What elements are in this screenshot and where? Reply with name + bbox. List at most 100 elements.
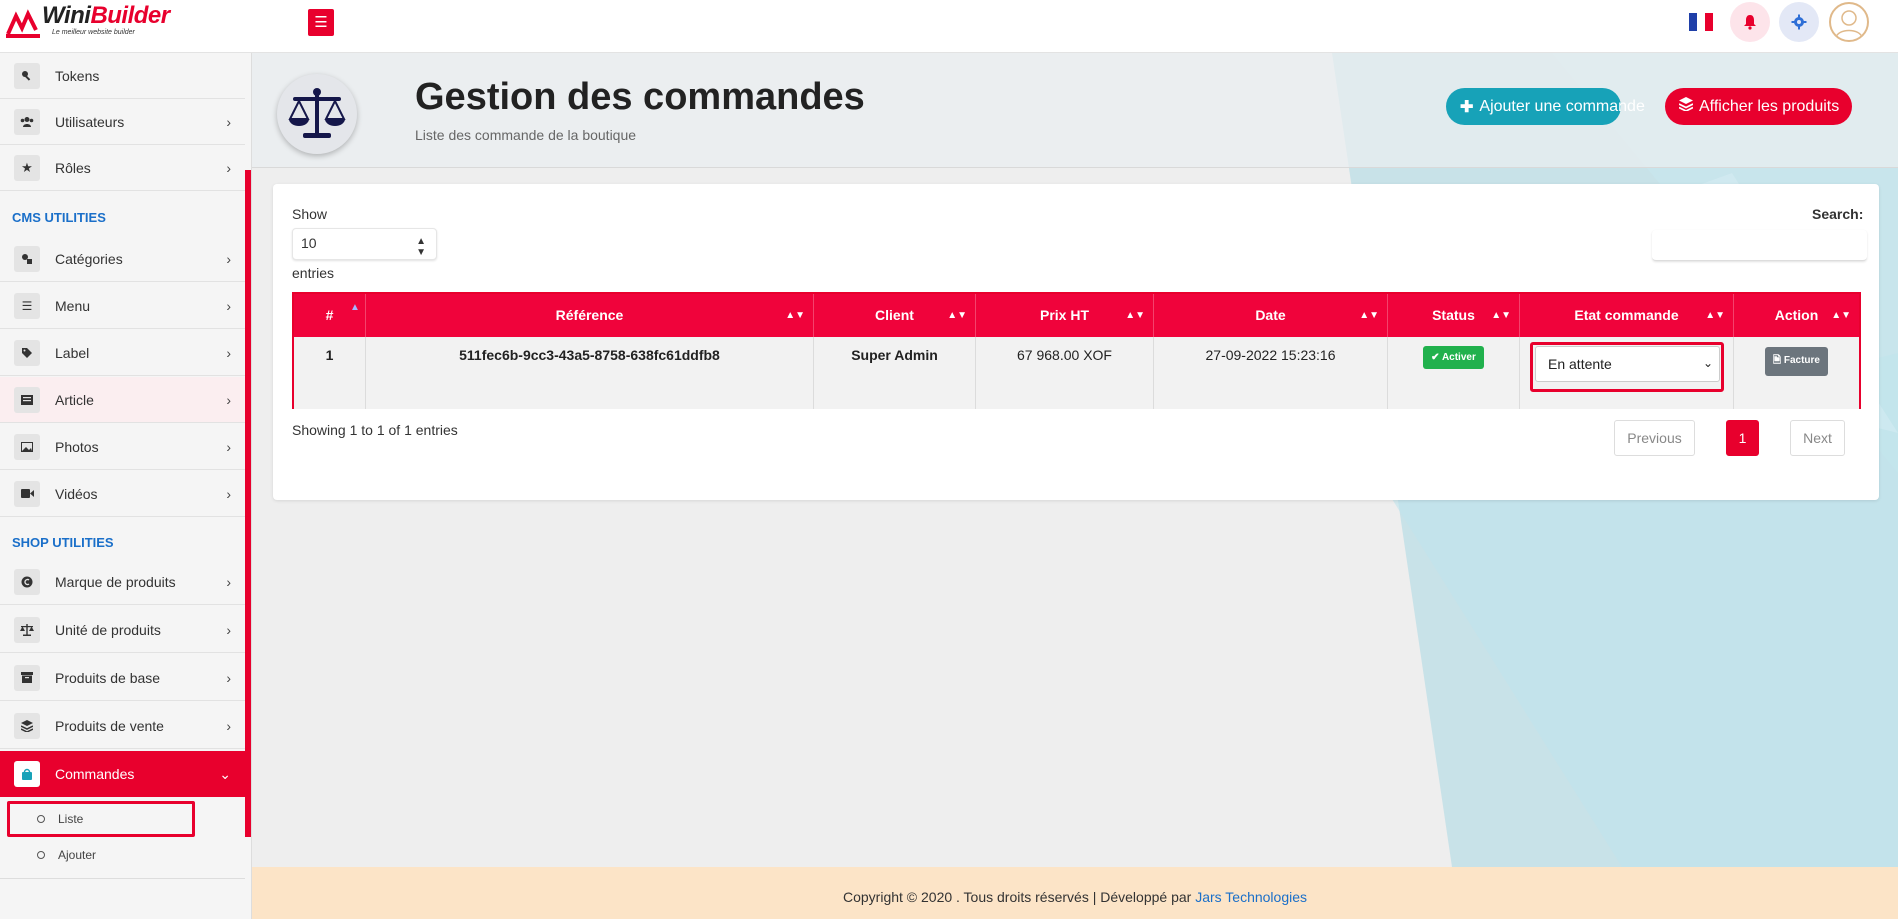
check-icon: ✔ bbox=[1431, 352, 1442, 363]
balance-icon bbox=[288, 88, 346, 138]
entries-length-select[interactable]: 10 ▲ ▼ bbox=[292, 228, 437, 260]
sidebar-item-label: Vidéos bbox=[55, 485, 98, 502]
sidebar-item-label: Produits de vente bbox=[55, 717, 164, 734]
video-icon bbox=[14, 480, 40, 507]
tags-icon bbox=[14, 339, 40, 366]
invoice-button[interactable]: 🗎 Facture bbox=[1765, 347, 1828, 376]
settings-button[interactable] bbox=[1779, 2, 1819, 42]
sort-icon: ▲▼ bbox=[1359, 310, 1379, 321]
sidebar: Tokens Utilisateurs › ★ Rôles › CMS UTIL… bbox=[0, 53, 252, 919]
circle-icon bbox=[37, 851, 45, 859]
column-header-prix[interactable]: Prix HT ▲▼ bbox=[976, 294, 1154, 337]
sidebar-item-commandes[interactable]: Commandes ⌄ bbox=[0, 751, 245, 797]
layers-icon bbox=[1678, 97, 1694, 116]
pagination-info: Showing 1 to 1 of 1 entries bbox=[292, 422, 458, 438]
chevron-right-icon: › bbox=[226, 344, 231, 361]
column-header-action[interactable]: Action ▲▼ bbox=[1734, 294, 1859, 337]
gear-icon bbox=[1791, 14, 1807, 30]
chevron-right-icon: › bbox=[226, 621, 231, 638]
list-icon: ☰ bbox=[14, 292, 40, 319]
sidebar-item-label: Produits de base bbox=[55, 669, 161, 686]
sidebar-item-label: Article bbox=[55, 391, 94, 408]
sidebar-item-marque[interactable]: Marque de produits › bbox=[0, 559, 245, 605]
sort-icon: ▲▼ bbox=[785, 310, 805, 321]
sidebar-item-label-tags[interactable]: Label › bbox=[0, 330, 245, 376]
sidebar-item-photos[interactable]: Photos › bbox=[0, 424, 245, 470]
archive-icon bbox=[14, 664, 40, 691]
sidebar-divider bbox=[0, 878, 245, 879]
shapes-icon bbox=[14, 245, 40, 272]
chevron-right-icon: › bbox=[226, 485, 231, 502]
column-header-date[interactable]: Date ▲▼ bbox=[1154, 294, 1388, 337]
highlight-outline-liste bbox=[7, 801, 195, 837]
sort-caret-icon: ▲ ▼ bbox=[416, 236, 426, 258]
sidebar-item-unite[interactable]: Unité de produits › bbox=[0, 607, 245, 653]
search-input[interactable] bbox=[1652, 230, 1867, 261]
copyright-icon bbox=[14, 568, 40, 595]
cell-action: 🗎 Facture bbox=[1734, 337, 1859, 409]
sidebar-item-produits-base[interactable]: Produits de base › bbox=[0, 655, 245, 701]
pagination-next-button[interactable]: Next bbox=[1790, 420, 1845, 456]
notifications-button[interactable] bbox=[1730, 2, 1770, 42]
sidebar-item-label: Rôles bbox=[55, 159, 91, 176]
sidebar-item-produits-vente[interactable]: Produits de vente › bbox=[0, 703, 245, 749]
sidebar-item-label: Menu bbox=[55, 297, 91, 314]
column-header-reference[interactable]: Référence ▲▼ bbox=[366, 294, 814, 337]
chevron-right-icon: › bbox=[226, 159, 231, 176]
cell-date: 27-09-2022 15:23:16 bbox=[1154, 337, 1388, 409]
section-title-shop: SHOP UTILITIES bbox=[12, 535, 114, 550]
sidebar-item-label: Unité de produits bbox=[55, 621, 161, 638]
show-products-button[interactable]: Afficher les produits bbox=[1665, 88, 1852, 125]
chevron-right-icon: › bbox=[226, 113, 231, 130]
cell-status: ✔ Activer bbox=[1388, 337, 1520, 409]
menu-toggle-button[interactable]: ☰ bbox=[308, 9, 334, 36]
sidebar-scrollbar[interactable] bbox=[245, 170, 251, 837]
plus-icon: ✚ bbox=[1460, 98, 1474, 116]
brand-logo[interactable]: WiniBuilder Le meilleur website builder bbox=[6, 2, 170, 44]
cell-prix: 67 968.00 XOF bbox=[976, 337, 1154, 409]
activate-button[interactable]: ✔ Activer bbox=[1423, 346, 1484, 369]
chevron-right-icon: › bbox=[226, 297, 231, 314]
header-balance-logo bbox=[277, 74, 357, 154]
column-header-etat[interactable]: Etat commande ▲▼ bbox=[1520, 294, 1734, 337]
sidebar-item-label: Tokens bbox=[55, 67, 100, 84]
brand-tagline: Le meilleur website builder bbox=[52, 29, 135, 36]
sidebar-item-article[interactable]: Article › bbox=[0, 377, 245, 423]
section-title-cms: CMS UTILITIES bbox=[12, 210, 106, 225]
sidebar-item-label: Label bbox=[55, 344, 90, 361]
key-icon bbox=[14, 62, 40, 89]
sidebar-subitem-label: Ajouter bbox=[58, 848, 97, 862]
add-order-button[interactable]: ✚ Ajouter une commande bbox=[1446, 88, 1645, 125]
layers-icon bbox=[14, 712, 40, 739]
bell-icon bbox=[1744, 15, 1756, 30]
chevron-right-icon: › bbox=[226, 573, 231, 590]
column-header-client[interactable]: Client ▲▼ bbox=[814, 294, 976, 337]
footer-text: Copyright © 2020 . Tous droits réservés … bbox=[842, 889, 1196, 905]
sidebar-item-label: Commandes bbox=[55, 766, 135, 782]
sidebar-item-categories[interactable]: Catégories › bbox=[0, 236, 245, 282]
pagination-previous-button[interactable]: Previous bbox=[1614, 420, 1695, 456]
chevron-right-icon: › bbox=[226, 669, 231, 686]
sidebar-item-roles[interactable]: ★ Rôles › bbox=[0, 145, 245, 191]
sidebar-subitem-ajouter[interactable]: Ajouter bbox=[0, 838, 245, 872]
sidebar-item-label: Marque de produits bbox=[55, 573, 176, 590]
language-flag-fr[interactable] bbox=[1689, 13, 1713, 31]
footer-link[interactable]: Jars Technologies bbox=[1195, 889, 1307, 905]
activate-label: Activer bbox=[1441, 352, 1476, 363]
image-icon bbox=[14, 433, 40, 460]
sort-asc-icon: ▲ bbox=[350, 302, 360, 313]
sidebar-item-videos[interactable]: Vidéos › bbox=[0, 471, 245, 517]
top-navbar: WiniBuilder Le meilleur website builder … bbox=[0, 0, 1898, 53]
file-icon: 🗎 bbox=[1773, 355, 1784, 366]
show-products-label: Afficher les produits bbox=[1699, 97, 1840, 115]
column-header-number[interactable]: # ▲ bbox=[294, 294, 366, 337]
chevron-right-icon: › bbox=[226, 250, 231, 267]
sidebar-item-utilisateurs[interactable]: Utilisateurs › bbox=[0, 99, 245, 145]
column-header-status[interactable]: Status ▲▼ bbox=[1388, 294, 1520, 337]
sidebar-item-menu[interactable]: ☰ Menu › bbox=[0, 283, 245, 329]
users-icon bbox=[14, 108, 40, 135]
user-avatar[interactable] bbox=[1829, 2, 1869, 42]
sidebar-item-tokens[interactable]: Tokens bbox=[0, 53, 245, 99]
pagination-page-1[interactable]: 1 bbox=[1726, 420, 1759, 456]
chevron-right-icon: › bbox=[226, 391, 231, 408]
